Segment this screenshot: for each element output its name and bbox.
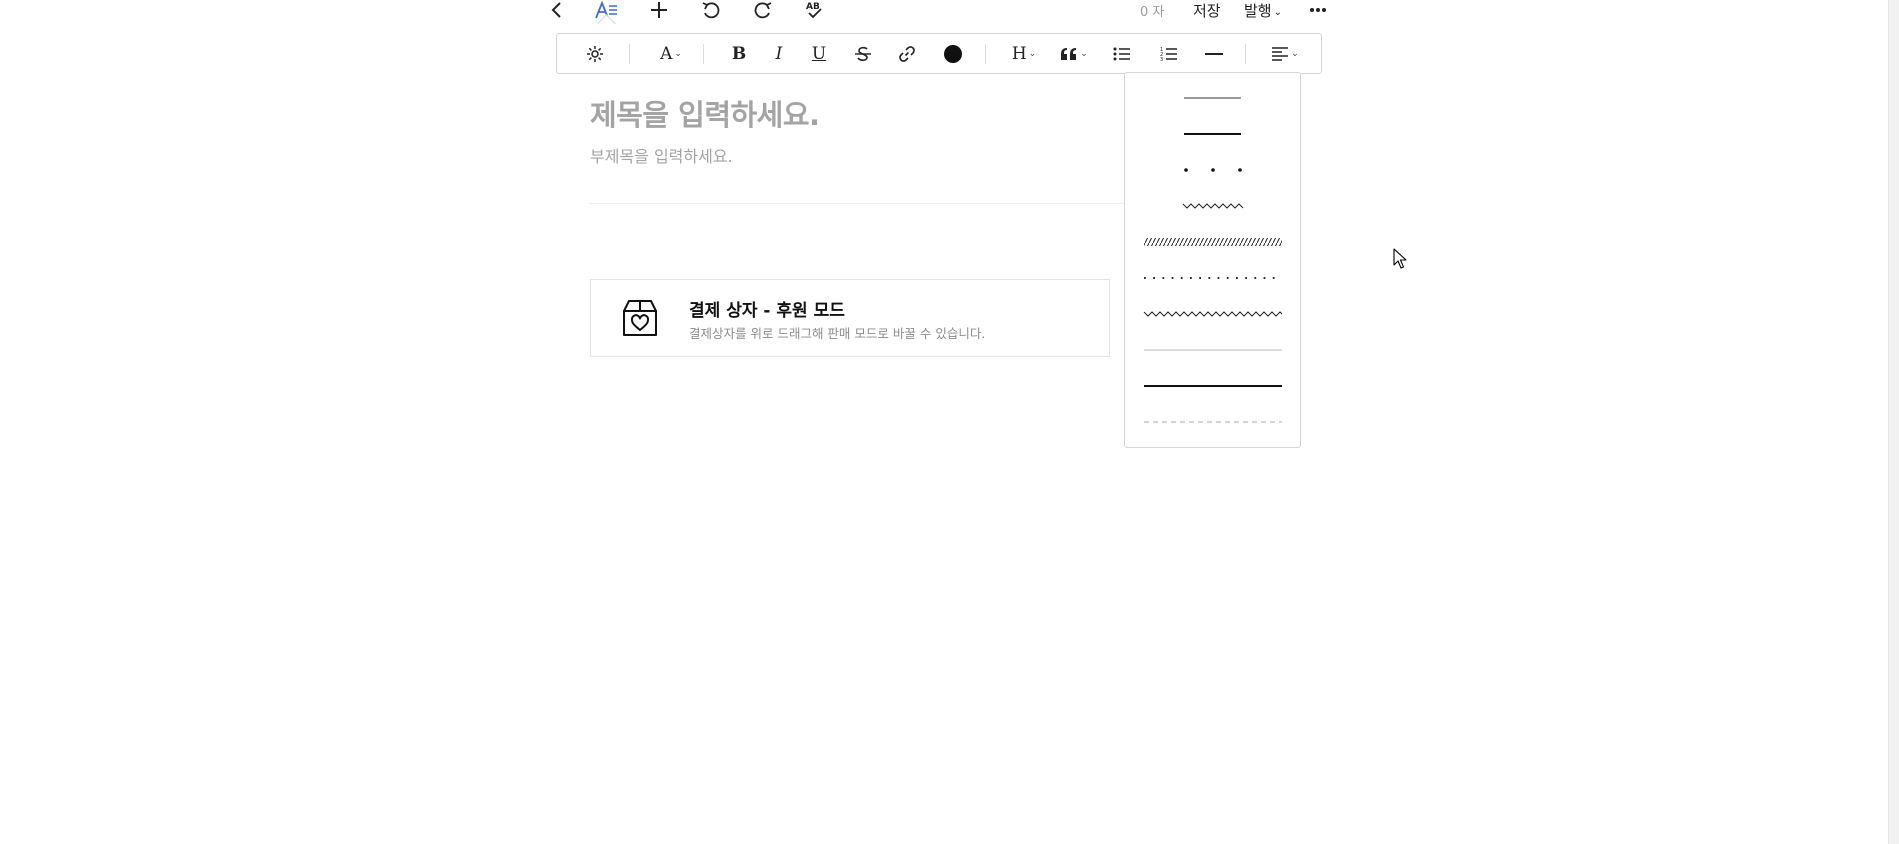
chevron-down-icon: ⌄: [1028, 49, 1037, 59]
link-icon[interactable]: [895, 41, 919, 67]
divider-option-long-thin-line[interactable]: [1133, 335, 1292, 365]
payment-box[interactable]: 결제 상자 - 후원 모드 결제상자를 위로 드래그해 판매 모드로 바꿀 수 …: [590, 279, 1110, 357]
divider-option-hatched-band[interactable]: [1133, 227, 1292, 257]
back-arrow-icon[interactable]: [543, 0, 571, 20]
save-button[interactable]: 저장: [1193, 0, 1221, 21]
align-dropdown[interactable]: ⌄: [1269, 41, 1301, 67]
font-style-label: A: [660, 44, 673, 64]
svg-text:3: 3: [1160, 57, 1163, 62]
undo-icon[interactable]: [697, 0, 725, 20]
heading-label: H: [1011, 44, 1027, 64]
page-scrollbar[interactable]: [1888, 0, 1899, 844]
numbered-list-icon[interactable]: 123: [1157, 41, 1181, 67]
mouse-cursor-icon: [1393, 248, 1407, 274]
quote-icon: [1061, 48, 1077, 60]
divider-option-spaced-dots[interactable]: [1133, 155, 1292, 185]
donation-box-icon: [621, 298, 659, 342]
divider-option-dotted-line[interactable]: [1133, 263, 1292, 293]
subtitle-input[interactable]: 부제목을 입력하세요.: [590, 143, 733, 167]
bold-label: B: [731, 44, 747, 64]
payment-box-title: 결제 상자 - 후원 모드: [689, 301, 845, 321]
toolbar-separator: [1245, 44, 1246, 64]
redo-icon[interactable]: [749, 0, 777, 20]
divider-style-menu: [1124, 72, 1301, 448]
svg-text:AB: AB: [806, 2, 820, 12]
chevron-down-icon: ⌄: [674, 49, 682, 59]
italic-button[interactable]: I: [767, 41, 791, 67]
payment-box-description: 결제상자를 위로 드래그해 판매 모드로 바꿀 수 있습니다.: [689, 326, 986, 341]
heading-dropdown[interactable]: H ⌄: [1009, 41, 1039, 67]
chevron-down-icon: ⌄: [1080, 49, 1088, 59]
text-color-swatch[interactable]: [941, 41, 965, 67]
publish-button[interactable]: 발행 ⌄: [1244, 0, 1282, 21]
add-icon[interactable]: [645, 0, 673, 20]
toolbar-separator: [629, 44, 630, 64]
divider-option-short-thin-line[interactable]: [1133, 83, 1292, 113]
align-left-icon: [1272, 47, 1289, 61]
bold-button[interactable]: B: [727, 41, 751, 67]
bullet-list-icon[interactable]: [1110, 41, 1134, 67]
divider-option-dashed-line[interactable]: [1133, 407, 1292, 437]
settings-gear-icon[interactable]: [582, 41, 608, 67]
toolbar-separator: [703, 44, 704, 64]
strikethrough-icon[interactable]: [851, 41, 875, 67]
quote-dropdown[interactable]: ⌄: [1059, 41, 1089, 67]
character-count: 0 자: [1140, 5, 1165, 20]
divider-option-long-thick-line[interactable]: [1133, 371, 1292, 401]
divider-option-short-thick-line[interactable]: [1133, 119, 1292, 149]
divider-option-short-zigzag[interactable]: [1133, 191, 1292, 221]
spellcheck-icon[interactable]: AB: [801, 0, 829, 20]
toolbar-separator: [985, 44, 986, 64]
underline-label: U: [811, 44, 827, 64]
chevron-down-icon: ⌄: [1291, 49, 1299, 59]
title-input[interactable]: 제목을 입력하세요.: [590, 92, 820, 134]
horizontal-line-icon[interactable]: [1201, 41, 1227, 67]
chevron-down-icon: ⌄: [1273, 7, 1282, 18]
format-toolbar: A ⌄ B I U H ⌄ ⌄ 123 ⌄: [556, 33, 1322, 74]
divider-option-long-zigzag[interactable]: [1133, 299, 1292, 329]
more-icon[interactable]: [1304, 0, 1332, 20]
top-bar: AB 0 자 저장 발행 ⌄: [0, 0, 1899, 33]
publish-label: 발행: [1244, 2, 1272, 20]
underline-button[interactable]: U: [807, 41, 831, 67]
font-style-dropdown[interactable]: A ⌄: [654, 41, 688, 67]
italic-label: I: [775, 44, 783, 64]
